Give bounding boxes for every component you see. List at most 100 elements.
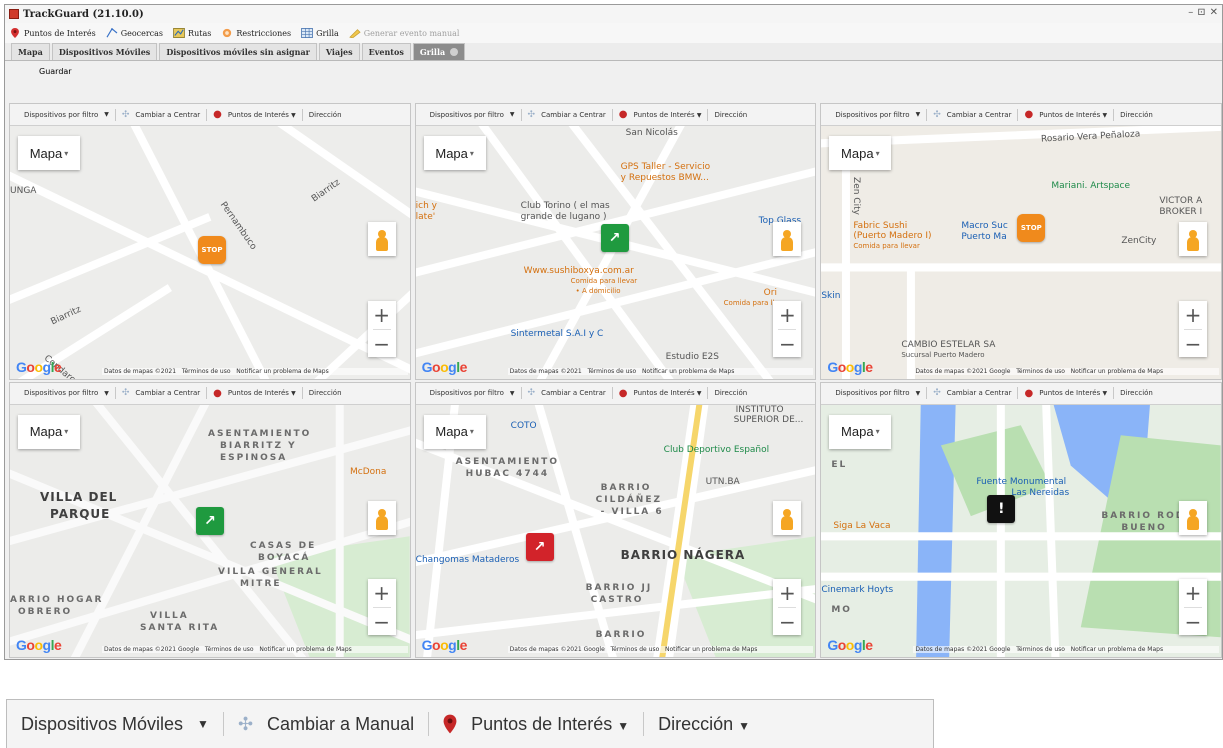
- tab-viajes[interactable]: Viajes: [318, 43, 360, 60]
- center-button[interactable]: Cambiar a Centrar: [541, 389, 606, 397]
- vehicle-marker[interactable]: ↗: [525, 532, 554, 561]
- direction-dropdown[interactable]: Dirección: [714, 111, 747, 119]
- tab-dispositivos-sin-asignar[interactable]: Dispositivos móviles sin asignar: [159, 43, 317, 60]
- zoom-out-button[interactable]: −: [368, 330, 396, 358]
- report-problem-link[interactable]: Notificar un problema de Maps: [236, 368, 328, 375]
- filter-dropdown[interactable]: Dispositivos por filtro: [430, 111, 504, 119]
- vehicle-marker[interactable]: !: [987, 494, 1016, 523]
- map-type-button[interactable]: Mapa ▾: [423, 414, 486, 449]
- poi-dropdown[interactable]: Puntos de Interés ▼: [634, 111, 702, 119]
- vehicle-marker[interactable]: STOP: [198, 236, 226, 264]
- zoom-in-button[interactable]: +: [1179, 301, 1207, 329]
- maximize-button[interactable]: ⊡: [1197, 7, 1205, 18]
- poi-dropdown[interactable]: Puntos de Interés ▼: [228, 111, 296, 119]
- direction-dropdown[interactable]: Dirección: [309, 389, 342, 397]
- chevron-down-icon[interactable]: ▼: [916, 111, 921, 118]
- zoomed-direction-dropdown[interactable]: Dirección ▼: [658, 714, 750, 735]
- terms-link[interactable]: Términos de uso: [182, 368, 231, 375]
- zoom-out-button[interactable]: −: [1179, 608, 1207, 636]
- zoomed-poi-dropdown[interactable]: Puntos de Interés ▼: [471, 714, 629, 735]
- report-problem-link[interactable]: Notificar un problema de Maps: [1071, 368, 1163, 375]
- poi-dropdown[interactable]: Puntos de Interés ▼: [634, 389, 702, 397]
- toolbar-poi-button[interactable]: Puntos de Interés: [9, 28, 96, 38]
- toolbar-manual-event-button[interactable]: Generar evento manual: [349, 28, 459, 38]
- center-button[interactable]: Cambiar a Centrar: [947, 389, 1012, 397]
- direction-dropdown[interactable]: Dirección: [1120, 111, 1153, 119]
- report-problem-link[interactable]: Notificar un problema de Maps: [259, 646, 351, 653]
- map-view[interactable]: Fuente Monumental Las Nereidas BARRIO RODR…: [821, 404, 1221, 657]
- report-problem-link[interactable]: Notificar un problema de Maps: [1071, 646, 1163, 653]
- tab-mapa[interactable]: Mapa: [11, 43, 50, 60]
- report-problem-link[interactable]: Notificar un problema de Maps: [642, 368, 734, 375]
- terms-link[interactable]: Términos de uso: [1016, 646, 1065, 653]
- zoomed-filter-dropdown[interactable]: Dispositivos Móviles: [21, 714, 183, 735]
- street-view-pegman[interactable]: [773, 500, 802, 535]
- street-view-pegman[interactable]: [1178, 500, 1207, 535]
- tab-grilla[interactable]: Grilla: [412, 43, 466, 60]
- street-view-pegman[interactable]: [773, 222, 802, 256]
- minimize-button[interactable]: –: [1188, 7, 1193, 18]
- toolbar-geofence-button[interactable]: Geocercas: [106, 28, 163, 38]
- zoom-out-button[interactable]: −: [1179, 330, 1207, 358]
- vehicle-marker[interactable]: ↗: [196, 506, 224, 535]
- map-type-button[interactable]: Mapa ▾: [829, 136, 892, 170]
- filter-dropdown[interactable]: Dispositivos por filtro: [24, 111, 98, 119]
- center-button[interactable]: Cambiar a Centrar: [135, 111, 200, 119]
- chevron-down-icon[interactable]: ▼: [916, 390, 921, 397]
- report-problem-link[interactable]: Notificar un problema de Maps: [665, 646, 757, 653]
- direction-dropdown[interactable]: Dirección: [309, 111, 342, 119]
- map-view[interactable]: BiarritzPernambucoBiarritzCondarcoNueva …: [10, 126, 410, 379]
- filter-dropdown[interactable]: Dispositivos por filtro: [24, 389, 98, 397]
- center-button[interactable]: Cambiar a Centrar: [135, 389, 200, 397]
- center-button[interactable]: Cambiar a Centrar: [947, 111, 1012, 119]
- zoom-in-button[interactable]: +: [368, 301, 396, 329]
- map-type-button[interactable]: Mapa ▾: [829, 414, 892, 449]
- zoom-out-button[interactable]: −: [368, 608, 396, 636]
- chevron-down-icon[interactable]: ▼: [104, 111, 109, 118]
- zoom-in-button[interactable]: +: [1179, 579, 1207, 607]
- street-view-pegman[interactable]: [367, 222, 396, 256]
- poi-dropdown[interactable]: Puntos de Interés ▼: [1039, 111, 1107, 119]
- poi-dropdown[interactable]: Puntos de Interés ▼: [1039, 389, 1107, 397]
- terms-link[interactable]: Términos de uso: [1016, 368, 1065, 375]
- tab-dispositivos-moviles[interactable]: Dispositivos Móviles: [51, 43, 158, 60]
- vehicle-marker[interactable]: ↗: [600, 224, 629, 252]
- close-button[interactable]: ✕: [1210, 7, 1218, 18]
- zoom-out-button[interactable]: −: [773, 330, 801, 358]
- tab-eventos[interactable]: Eventos: [361, 43, 411, 60]
- zoomed-center-button[interactable]: Cambiar a Manual: [267, 714, 414, 735]
- street-view-pegman[interactable]: [367, 500, 396, 535]
- terms-link[interactable]: Términos de uso: [587, 368, 636, 375]
- zoom-in-button[interactable]: +: [773, 301, 801, 329]
- map-view[interactable]: COTO INSTITUTO SUPERIOR DE... Club Deportiv…: [415, 404, 816, 657]
- zoom-in-button[interactable]: +: [773, 579, 801, 607]
- chevron-down-icon[interactable]: ▼: [104, 390, 109, 397]
- terms-link[interactable]: Términos de uso: [205, 646, 254, 653]
- filter-dropdown[interactable]: Dispositivos por filtro: [835, 389, 909, 397]
- map-type-button[interactable]: Mapa ▾: [423, 136, 486, 170]
- map-view[interactable]: ASENTAMIENTO BIARRITZ Y ESPINOSA VILLA DEL P…: [10, 404, 410, 657]
- save-button[interactable]: Guardar: [39, 67, 72, 76]
- map-type-button[interactable]: Mapa ▾: [18, 136, 80, 170]
- toolbar-grid-button[interactable]: Grilla: [301, 28, 339, 38]
- zoom-in-button[interactable]: +: [368, 579, 396, 607]
- direction-dropdown[interactable]: Dirección: [1120, 389, 1153, 397]
- terms-link[interactable]: Términos de uso: [611, 646, 660, 653]
- map-view[interactable]: GPS Taller - Servicio y Repuestos BMW... C…: [415, 126, 816, 379]
- zoom-out-button[interactable]: −: [773, 608, 801, 636]
- map-view[interactable]: Rosario Vera Peñaloza Mariani. Artspace VI…: [821, 126, 1221, 379]
- toolbar-restrictions-button[interactable]: Restricciones: [221, 28, 291, 38]
- filter-dropdown[interactable]: Dispositivos por filtro: [430, 389, 504, 397]
- filter-dropdown[interactable]: Dispositivos por filtro: [835, 111, 909, 119]
- close-tab-icon[interactable]: [450, 48, 459, 56]
- toolbar-routes-button[interactable]: Rutas: [173, 28, 211, 38]
- map-type-button[interactable]: Mapa ▾: [18, 414, 80, 449]
- chevron-down-icon[interactable]: ▼: [510, 111, 515, 118]
- center-button[interactable]: Cambiar a Centrar: [541, 111, 606, 119]
- chevron-down-icon[interactable]: ▼: [510, 390, 515, 397]
- poi-dropdown[interactable]: Puntos de Interés ▼: [228, 389, 296, 397]
- vehicle-marker[interactable]: STOP: [1017, 214, 1046, 242]
- chevron-down-icon[interactable]: ▼: [197, 717, 209, 731]
- street-view-pegman[interactable]: [1178, 222, 1207, 256]
- direction-dropdown[interactable]: Dirección: [714, 389, 747, 397]
